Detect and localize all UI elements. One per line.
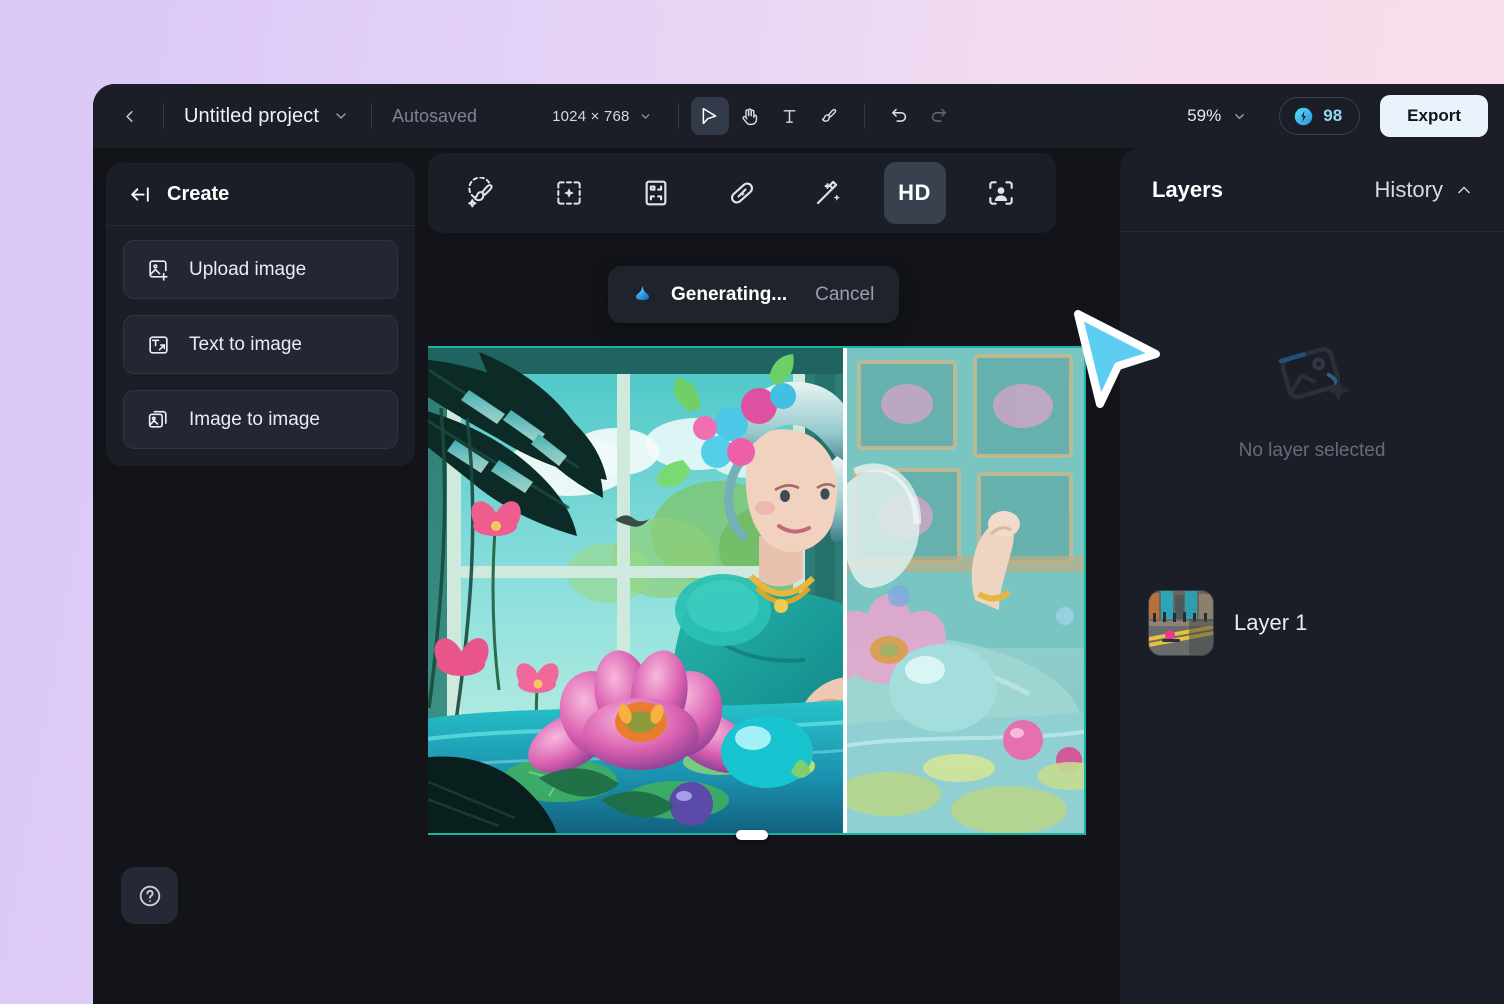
hd-label: HD — [898, 180, 931, 205]
credits-count: 98 — [1323, 106, 1343, 125]
app-body: Create Upload image Text to image Image … — [93, 148, 1504, 1004]
zoom-level-value: 59% — [1187, 106, 1222, 125]
chevron-up-icon — [1458, 186, 1470, 193]
canvas-area[interactable]: HD Generating... Cancel — [428, 148, 1120, 1004]
no-layer-image-icon — [1278, 346, 1350, 402]
create-option-label: Upload image — [189, 258, 307, 280]
magic-brush-icon — [468, 177, 493, 208]
create-panel: Create Upload image Text to image Image … — [106, 163, 415, 466]
divider — [677, 103, 679, 129]
brush-icon — [821, 108, 837, 122]
expand-frame-icon — [645, 180, 667, 206]
layers-panel-header: Layers History — [1120, 148, 1504, 232]
cancel-generation-button[interactable]: Cancel — [815, 284, 874, 306]
portrait-enhance-tool[interactable] — [970, 162, 1032, 224]
create-options-list: Upload image Text to image Image to imag… — [106, 226, 415, 466]
create-panel-title: Create — [167, 182, 230, 205]
project-title: Untitled project — [184, 104, 319, 127]
create-panel-header: Create — [106, 163, 415, 226]
layers-empty-state: No layer selected — [1120, 232, 1504, 562]
chevron-down-icon — [336, 113, 346, 119]
layer-thumbnail — [1148, 590, 1214, 656]
divider — [163, 103, 164, 129]
canvas-size-dropdown[interactable]: 1024 × 768 — [552, 108, 652, 125]
generating-status-label: Generating... — [671, 283, 788, 305]
credit-coin-icon — [1294, 107, 1313, 125]
illustration-lotus-woman — [428, 348, 1084, 833]
project-title-dropdown[interactable]: Untitled project — [184, 105, 349, 128]
divider — [371, 103, 372, 129]
redo-arrow-icon — [931, 108, 946, 122]
tool-group — [690, 97, 958, 135]
undo-arrow-icon — [891, 108, 906, 122]
canvas-size-value: 1024 × 768 — [552, 107, 630, 125]
undo-button[interactable] — [880, 97, 918, 135]
right-sidebar: Layers History No layer selected Layer 1 — [1120, 148, 1504, 1004]
text-t-icon — [783, 109, 796, 123]
ai-tools-toolbar: HD — [428, 153, 1056, 233]
ai-retouch-tool[interactable] — [452, 162, 514, 224]
text-to-image-icon — [149, 336, 168, 354]
hand-tool[interactable] — [731, 97, 769, 135]
question-circle-icon — [139, 885, 160, 906]
select-tool[interactable] — [690, 97, 729, 135]
divider — [863, 103, 865, 129]
object-remove-tool[interactable] — [711, 162, 773, 224]
zoom-dropdown[interactable]: 59% — [1187, 106, 1247, 126]
before-after-divider[interactable] — [843, 348, 847, 833]
back-button[interactable] — [111, 98, 147, 134]
expand-canvas-tool[interactable] — [625, 162, 687, 224]
generating-spinner-icon — [636, 285, 649, 301]
generative-fill-tool[interactable] — [538, 162, 600, 224]
generating-toast: Generating... Cancel — [608, 266, 900, 323]
upload-image-button[interactable]: Upload image — [123, 240, 398, 299]
export-button[interactable]: Export — [1380, 95, 1488, 137]
top-toolbar: Untitled project Autosaved 1024 × 768 59… — [93, 84, 1504, 148]
layers-title: Layers — [1152, 176, 1223, 202]
person-focus-icon — [989, 181, 1013, 205]
credits-badge[interactable]: 98 — [1279, 97, 1361, 135]
selection-sparkle-icon — [557, 181, 582, 205]
empty-state-label: No layer selected — [1238, 440, 1386, 461]
left-sidebar: Create Upload image Text to image Image … — [93, 148, 428, 1004]
collapse-left-icon[interactable] — [128, 182, 153, 207]
magic-enhance-tool[interactable] — [797, 162, 859, 224]
canvas-image[interactable] — [428, 346, 1086, 835]
cursor-arrow-icon — [702, 107, 717, 124]
layer-row[interactable]: Layer 1 — [1148, 584, 1476, 662]
brush-tool[interactable] — [811, 97, 849, 135]
image-stack-icon — [148, 410, 167, 428]
redo-button[interactable] — [920, 97, 958, 135]
magic-wand-icon — [817, 180, 841, 205]
chevron-down-icon — [641, 113, 649, 119]
street-scene-thumbnail — [1149, 591, 1213, 655]
create-option-label: Image to image — [189, 408, 320, 430]
help-button[interactable] — [121, 867, 178, 924]
history-label: History — [1374, 176, 1443, 202]
chevron-left-icon — [125, 110, 133, 122]
chevron-down-icon — [1235, 113, 1245, 119]
canvas-image-selection[interactable] — [428, 346, 1086, 840]
eraser-patch-icon — [730, 182, 754, 204]
autosaved-status: Autosaved — [392, 105, 478, 126]
text-tool[interactable] — [771, 97, 809, 135]
history-toggle[interactable]: History — [1375, 177, 1474, 203]
image-to-image-button[interactable]: Image to image — [123, 390, 398, 449]
layer-name: Layer 1 — [1234, 610, 1308, 635]
hand-icon — [742, 107, 758, 125]
hd-upscale-tool[interactable]: HD — [883, 162, 946, 224]
layers-list: Layer 1 — [1120, 562, 1504, 684]
create-option-label: Text to image — [189, 333, 302, 355]
image-plus-icon — [149, 260, 168, 281]
text-to-image-button[interactable]: Text to image — [123, 315, 398, 374]
resize-handle-bottom-center[interactable] — [735, 830, 768, 840]
app-window: Untitled project Autosaved 1024 × 768 59… — [93, 84, 1504, 1004]
